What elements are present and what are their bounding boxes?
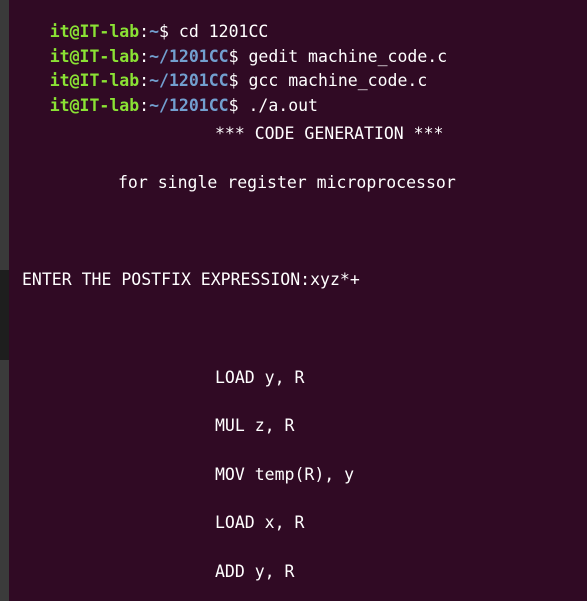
background-window-edge-bottom — [0, 360, 9, 601]
output-code-line: ADD y, R — [215, 562, 295, 581]
prompt-line-1: it@IT-lab:~$ cd 1201CC — [10, 2, 269, 41]
terminal-window[interactable]: it@IT-lab:~$ cd 1201CC it@IT-lab:~/1201C… — [10, 0, 587, 601]
output-header: *** CODE GENERATION *** — [215, 124, 444, 143]
prompt-separator: : — [139, 96, 150, 115]
output-subheader: for single register microprocessor — [118, 173, 456, 192]
background-window-edge-middle — [0, 270, 9, 360]
command-text: ./a.out — [248, 96, 318, 115]
output-code-line: LOAD x, R — [215, 513, 305, 532]
output-code-line: MOV temp(R), y — [215, 465, 355, 484]
output-enter-expression: ENTER THE POSTFIX EXPRESSION:xyz*+ — [22, 270, 360, 289]
background-window-edge — [0, 0, 9, 601]
output-code-line: MUL z, R — [215, 416, 295, 435]
background-window-edge-top — [0, 0, 9, 270]
prompt-symbol: $ — [228, 96, 239, 115]
prompt-path: ~/1201CC — [149, 96, 229, 115]
output-code-line: LOAD y, R — [215, 368, 305, 387]
prompt-user-host: it@IT-lab — [49, 96, 140, 115]
prompt-line-2: it@IT-lab:~/1201CC$ gedit machine_code.c — [10, 27, 447, 66]
prompt-line-3: it@IT-lab:~/1201CC$ gcc machine_code.c — [10, 51, 428, 90]
prompt-line-4: it@IT-lab:~/1201CC$ ./a.out — [10, 76, 318, 115]
